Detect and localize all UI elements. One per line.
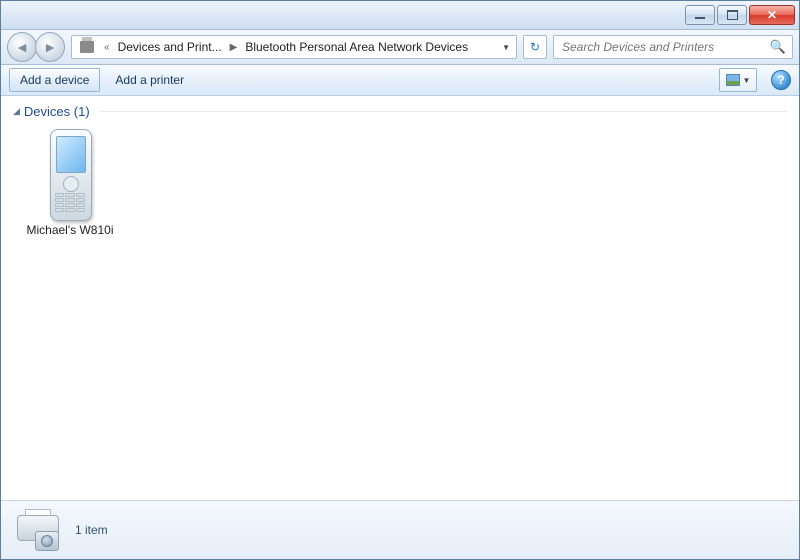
nav-history-buttons: ◄ ► [7,32,65,62]
phone-icon [46,129,94,219]
breadcrumb-seg-bluetooth[interactable]: Bluetooth Personal Area Network Devices [239,36,474,58]
thumbnail-icon [726,74,740,86]
device-list: Michael's W810i [13,125,787,241]
collapse-triangle-icon[interactable]: ◢ [13,106,20,117]
forward-button[interactable]: ► [35,32,65,62]
group-header-label: Devices (1) [24,104,90,119]
chevron-down-icon: ▼ [743,76,751,85]
title-bar: ✕ [1,1,799,30]
minimize-button[interactable] [685,5,715,25]
navigation-bar: ◄ ► « Devices and Print... ▶ Bluetooth P… [1,30,799,65]
breadcrumb-dropdown[interactable]: ▼ [502,43,510,52]
maximize-icon [727,10,738,20]
refresh-icon: ↻ [530,40,540,54]
group-header-rule [100,111,787,112]
breadcrumb[interactable]: « Devices and Print... ▶ Bluetooth Perso… [71,35,517,59]
explorer-window: ✕ ◄ ► « Devices and Print... ▶ Bluetooth… [0,0,800,560]
close-button[interactable]: ✕ [749,5,795,25]
status-text: 1 item [75,523,108,537]
device-item[interactable]: Michael's W810i [15,129,125,237]
minimize-icon [695,17,705,19]
breadcrumb-root-icon[interactable] [74,36,102,58]
search-icon[interactable]: 🔍 [770,39,786,55]
breadcrumb-seg-devices[interactable]: Devices and Print... [112,36,228,58]
details-pane: 1 item [1,500,799,559]
search-box[interactable]: 🔍 [553,35,793,59]
add-device-button[interactable]: Add a device [9,68,100,92]
device-label: Michael's W810i [27,223,114,237]
back-arrow-icon: ◄ [15,39,29,55]
breadcrumb-overflow[interactable]: « [102,42,112,53]
maximize-button[interactable] [717,5,747,25]
add-printer-button[interactable]: Add a printer [104,68,195,92]
command-bar: Add a device Add a printer ▼ ? [1,65,799,96]
help-icon: ? [777,73,784,87]
forward-arrow-icon: ► [43,39,57,55]
content-area: ◢ Devices (1) Michael's W810i [1,96,799,500]
chevron-right-icon[interactable]: ▶ [228,42,240,53]
back-button[interactable]: ◄ [7,32,37,62]
search-input[interactable] [560,39,770,55]
view-options-button[interactable]: ▼ [719,68,757,92]
help-button[interactable]: ? [771,70,791,90]
devices-printers-icon [80,41,94,53]
devices-printers-large-icon [13,509,63,551]
group-header-devices[interactable]: ◢ Devices (1) [13,104,787,119]
close-icon: ✕ [767,8,777,22]
refresh-button[interactable]: ↻ [523,35,547,59]
